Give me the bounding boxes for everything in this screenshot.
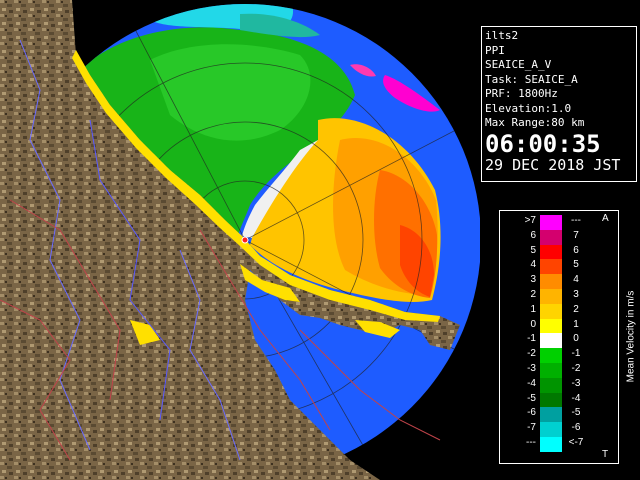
legend-row: 23 <box>500 289 620 304</box>
legend-row: -4 -3 <box>500 377 620 393</box>
product-type: PPI <box>485 43 505 57</box>
legend-swatch <box>540 274 562 289</box>
legend-row-lower: -6 <box>527 407 536 419</box>
legend-row-lower: 3 <box>530 274 536 286</box>
legend-row-lower: 2 <box>530 289 536 300</box>
legend-row-lower: -1 <box>527 333 536 345</box>
legend-row-upper: 3 <box>573 289 579 300</box>
legend-row: 45 <box>500 259 620 275</box>
legend-row-upper: -1 <box>571 348 581 360</box>
legend-row-upper: -2 <box>571 363 581 374</box>
legend-row-lower: -4 <box>527 377 536 389</box>
legend-swatch <box>540 229 562 245</box>
legend-row-upper: -5 <box>571 407 581 419</box>
legend-row: -7 -6 <box>500 422 620 437</box>
legend-row: -3 -2 <box>500 363 620 378</box>
legend-swatch <box>540 437 562 452</box>
legend-row-lower: -7 <box>527 422 536 434</box>
legend-row-upper: -4 <box>571 392 581 404</box>
legend-row: -6 -5 <box>500 407 620 423</box>
legend-bottom-mark: T <box>602 449 609 460</box>
legend-row: 12 <box>500 303 620 319</box>
legend-row-upper: -6 <box>571 422 581 434</box>
legend-row-upper: 2 <box>573 303 579 315</box>
legend-row: -1 0 <box>500 333 620 349</box>
legend-row-upper: 1 <box>573 318 579 330</box>
legend-row-lower: --- <box>526 437 536 448</box>
legend-row-lower: 6 <box>530 229 536 241</box>
scan-name: SEAICE_A_V <box>485 58 552 71</box>
legend-swatch <box>540 303 562 319</box>
legend-top-mark: A <box>602 213 609 224</box>
legend-swatch <box>540 318 562 334</box>
legend-row-upper: 5 <box>573 259 579 271</box>
radar-site-marker <box>241 236 249 244</box>
legend-row: -5 -4 <box>500 392 620 408</box>
legend-row-upper: 0 <box>573 333 579 345</box>
elevation-value: Elevation:1.0 <box>485 101 572 115</box>
legend-swatch <box>540 377 562 393</box>
radar-display: ilts2 PPI SEAICE_A_V Task: SEAICE_A PRF:… <box>0 0 640 480</box>
ppi-radar-map[interactable] <box>0 0 480 480</box>
legend-row-lower: >7 <box>524 215 536 226</box>
legend-row-upper: -3 <box>571 377 581 389</box>
legend-row-lower: -5 <box>527 392 536 404</box>
legend-swatch <box>540 259 562 275</box>
legend-row-lower: 0 <box>530 318 536 330</box>
radar-name: ilts2 <box>485 29 519 42</box>
legend-row-upper: 6 <box>573 244 579 256</box>
legend-swatch <box>540 348 562 363</box>
legend-row-lower: -2 <box>527 348 536 360</box>
legend-swatch <box>540 407 562 423</box>
legend-swatch <box>540 392 562 408</box>
legend-swatch <box>540 215 562 230</box>
legend-row: 56 <box>500 244 620 260</box>
legend-title: Mean Velocity in m/s <box>625 290 637 383</box>
legend-swatch <box>540 244 562 260</box>
scan-date: 29 DEC 2018 JST <box>485 155 621 174</box>
legend-swatch <box>540 363 562 378</box>
legend-row: 67 <box>500 229 620 245</box>
legend-row: -2 -1 <box>500 348 620 363</box>
legend-row-lower: 5 <box>530 244 536 256</box>
task-name: Task: SEAICE_A <box>485 72 578 86</box>
legend-swatch <box>540 333 562 349</box>
legend-row-upper: 7 <box>573 229 579 241</box>
legend-row-upper: 4 <box>573 274 579 286</box>
scan-info-panel: ilts2 PPI SEAICE_A_V Task: SEAICE_A PRF:… <box>481 26 637 182</box>
prf-value: PRF: 1800Hz <box>485 87 558 100</box>
legend-row-lower: 4 <box>530 259 536 271</box>
legend-row: 01 <box>500 318 620 334</box>
legend-swatch <box>540 422 562 437</box>
scan-time: 06:00:35 <box>485 129 601 158</box>
legend-row-lower: -3 <box>527 363 536 374</box>
legend-row-lower: 1 <box>530 303 536 315</box>
legend-row-upper: --- <box>571 215 581 226</box>
max-range-value: Max Range:80 km <box>485 116 585 129</box>
velocity-legend: >7 --- 6 7 5 6 4 5 3 4 2 3 1 2 0 1 -1 0 -2 -1 -3 -2 -4 -3 -5 -4 -6… <box>499 210 637 464</box>
legend-row-upper: <-7 <box>568 437 584 448</box>
legend-swatch <box>540 289 562 304</box>
legend-row: 34 <box>500 274 620 289</box>
